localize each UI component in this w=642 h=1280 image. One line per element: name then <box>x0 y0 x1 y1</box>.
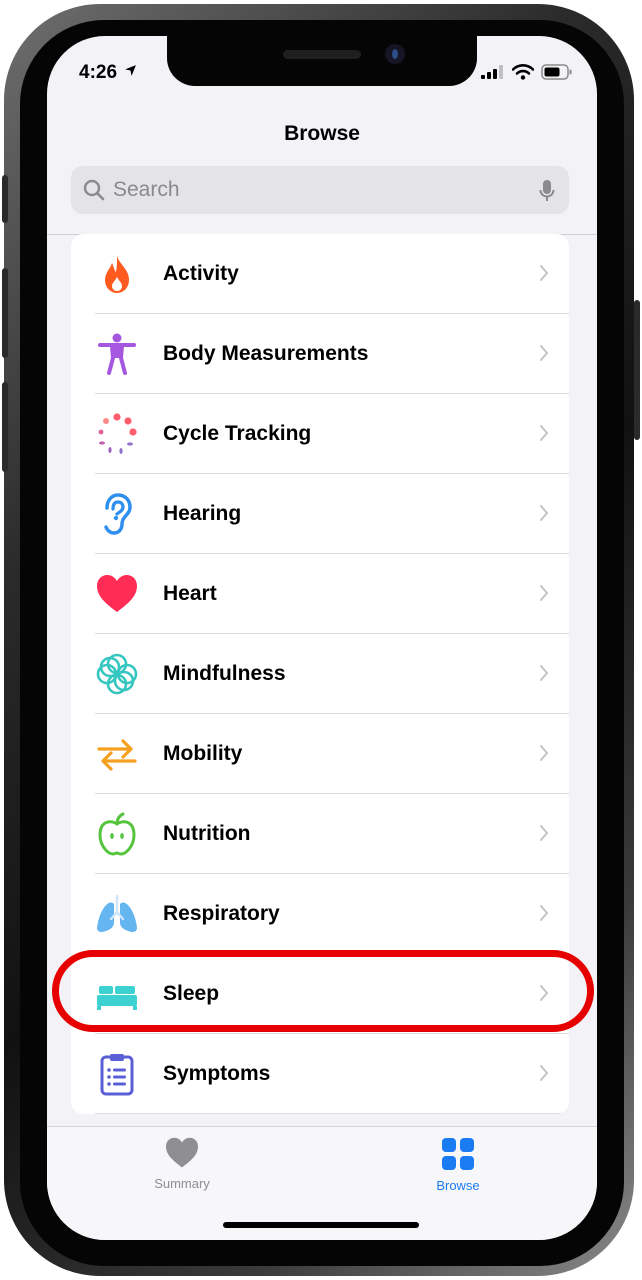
battery-icon <box>541 64 572 80</box>
list-item-mobility[interactable]: Mobility <box>71 714 569 794</box>
lungs-icon <box>97 894 137 932</box>
search-icon <box>83 179 105 201</box>
list-item-label: Cycle Tracking <box>163 422 312 445</box>
apple-icon <box>98 812 136 856</box>
row-separator <box>95 1113 569 1114</box>
list-item-label: Hearing <box>163 502 242 525</box>
chevron-right-icon <box>540 745 549 761</box>
list-item-label: Mobility <box>163 742 243 765</box>
home-indicator[interactable] <box>223 1222 419 1228</box>
flame-icon <box>105 256 129 293</box>
list-item-label: Symptoms <box>163 1062 271 1085</box>
clipboard-icon <box>100 1054 134 1096</box>
list-item-mindfulness[interactable]: Mindfulness <box>71 634 569 714</box>
list-item-label: Mindfulness <box>163 662 286 685</box>
list-item-label: Nutrition <box>163 822 251 845</box>
heart-icon <box>97 575 137 612</box>
location-arrow-icon <box>125 65 137 76</box>
chevron-right-icon <box>540 585 549 601</box>
side-button-power <box>634 300 640 440</box>
chevron-right-icon <box>540 265 549 281</box>
side-button-volume-up <box>2 268 8 358</box>
tab-browse[interactable]: Browse <box>398 1137 518 1193</box>
list-item-nutrition[interactable]: Nutrition <box>71 794 569 874</box>
ear-icon <box>104 493 132 535</box>
tab-summary[interactable]: Summary <box>122 1137 242 1191</box>
tab-label: Browse <box>436 1178 480 1193</box>
side-button-volume-down <box>2 382 8 472</box>
status-time-text: 4:26 <box>79 62 118 83</box>
list-item-heart[interactable]: Heart <box>71 554 569 634</box>
screen: 4:26 Browse Search Activity Body Measure… <box>47 36 597 1240</box>
list-item-label: Respiratory <box>163 902 280 925</box>
list-item-label: Body Measurements <box>163 342 369 365</box>
front-camera <box>385 44 405 64</box>
list-item-label: Activity <box>163 262 239 285</box>
cycle-dots-icon <box>98 413 137 454</box>
list-item-respiratory[interactable]: Respiratory <box>71 874 569 954</box>
search-placeholder: Search <box>113 178 180 201</box>
chevron-right-icon <box>540 1065 549 1081</box>
chevron-right-icon <box>540 505 549 521</box>
notch <box>167 36 477 86</box>
list-item-label: Heart <box>163 582 217 605</box>
tab-label: Summary <box>154 1176 210 1191</box>
flower-icon <box>96 653 138 695</box>
chevron-right-icon <box>540 825 549 841</box>
arrows-icon <box>97 739 137 771</box>
heart-icon <box>166 1137 198 1168</box>
list-item-body-measurements[interactable]: Body Measurements <box>71 314 569 394</box>
wifi-icon <box>512 64 534 80</box>
microphone-icon[interactable] <box>539 179 555 203</box>
list-item-hearing[interactable]: Hearing <box>71 474 569 554</box>
side-button-silent <box>2 175 8 223</box>
highlight-annotation <box>52 950 594 1032</box>
grid-icon <box>442 1138 474 1170</box>
list-item-symptoms[interactable]: Symptoms <box>71 1034 569 1114</box>
list-item-cycle-tracking[interactable]: Cycle Tracking <box>71 394 569 474</box>
chevron-right-icon <box>540 905 549 921</box>
person-figure-icon <box>98 333 136 375</box>
status-time: 4:26 <box>79 62 137 84</box>
list-item-activity[interactable]: Activity <box>71 234 569 314</box>
page-title: Browse <box>284 122 360 145</box>
signal-icon <box>481 65 503 79</box>
chevron-right-icon <box>540 345 549 361</box>
status-icons <box>481 64 573 80</box>
speaker-grille <box>283 50 361 59</box>
search-field[interactable]: Search <box>71 166 569 214</box>
chevron-right-icon <box>540 665 549 681</box>
chevron-right-icon <box>540 425 549 441</box>
